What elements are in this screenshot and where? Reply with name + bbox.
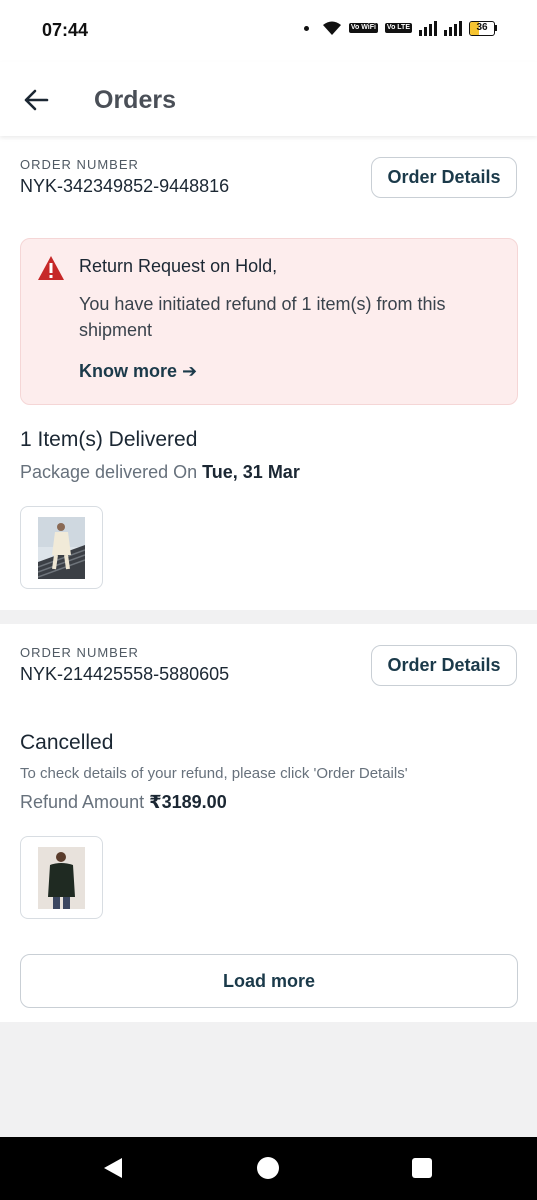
system-nav-bar (0, 1137, 537, 1200)
status-bar: 07:44 Vo WiFi Vo LTE 36 (0, 0, 537, 62)
delivery-status-title: 1 Item(s) Delivered (20, 428, 198, 451)
order-number: NYK-342349852-9448816 (20, 176, 230, 196)
refund-amount: ₹3189.00 (149, 792, 227, 812)
notification-dot-icon (303, 25, 309, 31)
cancelled-status-title: Cancelled (20, 731, 114, 754)
nav-recents-icon[interactable] (412, 1158, 432, 1178)
nav-back-icon[interactable] (102, 1157, 124, 1179)
product-thumbnail[interactable] (20, 836, 103, 919)
delivery-date-text: Package delivered On Tue, 31 Mar (20, 462, 300, 483)
status-time: 07:44 (42, 20, 89, 40)
order-details-button[interactable]: Order Details (371, 645, 517, 686)
refund-amount-prefix: Refund Amount (20, 792, 145, 812)
signal-strength-icon (419, 20, 437, 36)
product-image-jacket (38, 846, 85, 909)
delivery-date: Tue, 31 Mar (202, 462, 300, 482)
back-button[interactable] (18, 82, 54, 118)
battery-icon: 36 (469, 20, 497, 36)
battery-level: 36 (476, 21, 488, 33)
warning-triangle-icon (38, 256, 64, 280)
nav-home-icon[interactable] (257, 1157, 279, 1179)
volte-wifi-badge: Vo WiFi (348, 23, 378, 33)
alert-message: You have initiated refund of 1 item(s) f… (79, 294, 446, 340)
return-hold-alert: Return Request on Hold, You have initiat… (20, 238, 518, 405)
wifi-icon (322, 21, 341, 35)
order-number-label: ORDER NUMBER (20, 645, 139, 660)
refund-amount-text: Refund Amount ₹3189.00 (20, 792, 227, 813)
alert-title: Return Request on Hold, (79, 256, 278, 276)
arrow-left-icon (24, 89, 49, 111)
product-thumbnail[interactable] (20, 506, 103, 589)
volte-lte-badge: Vo LTE (384, 23, 412, 33)
delivery-date-prefix: Package delivered On (20, 462, 198, 482)
status-icons: Vo WiFi Vo LTE 36 (303, 20, 497, 36)
refund-note: To check details of your refund, please … (20, 765, 408, 782)
order-card: ORDER NUMBER NYK-214425558-5880605 Order… (0, 624, 537, 1022)
order-number-label: ORDER NUMBER (20, 157, 139, 172)
know-more-link[interactable]: Know more ➔ (79, 361, 197, 382)
page-title: Orders (94, 86, 176, 114)
product-image-kurta (38, 516, 85, 579)
signal-strength-2-icon (444, 20, 462, 36)
order-number: NYK-214425558-5880605 (20, 664, 230, 684)
load-more-button[interactable]: Load more (20, 954, 518, 1008)
app-bar: Orders (0, 62, 537, 136)
order-details-button[interactable]: Order Details (371, 157, 517, 198)
